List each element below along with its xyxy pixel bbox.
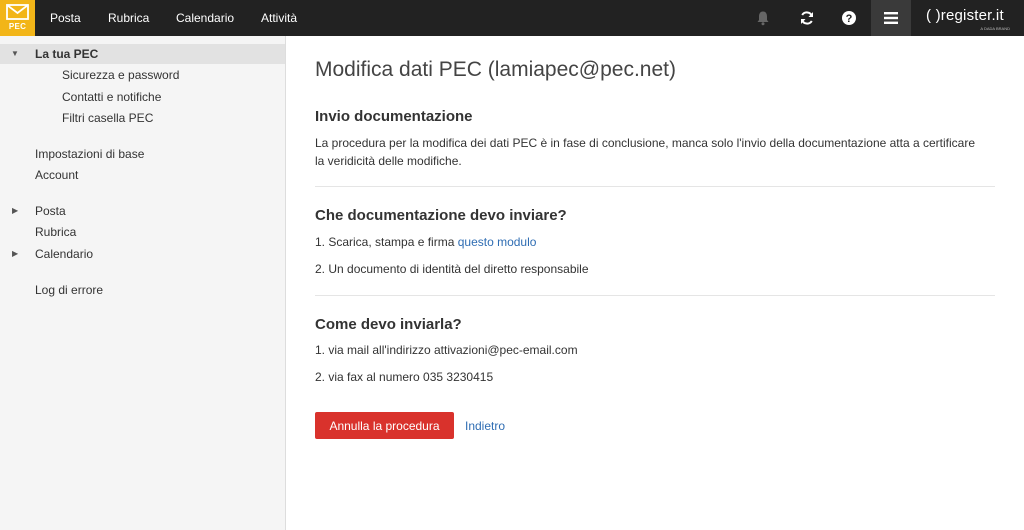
caret-down-icon: ▼: [11, 49, 19, 58]
sidebar-item-label: Posta: [35, 204, 66, 218]
brand-logo: ( )register.it: [926, 7, 1004, 24]
caret-right-icon[interactable]: ▶: [12, 201, 18, 221]
bell-icon[interactable]: [743, 0, 783, 36]
sidebar-item-label: Contatti e notifiche: [62, 90, 162, 104]
sidebar-item-rubrica[interactable]: Rubrica: [0, 222, 285, 242]
pec-logo[interactable]: PEC: [0, 0, 35, 36]
hamburger-menu-icon[interactable]: [871, 0, 911, 36]
back-link[interactable]: Indietro: [465, 419, 505, 433]
svg-text:?: ?: [846, 13, 853, 25]
sidebar-item-label: La tua PEC: [35, 47, 99, 61]
page-title: Modifica dati PEC (lamiapec@pec.net): [315, 58, 676, 81]
sidebar-item-label: Log di errore: [35, 283, 104, 297]
list-item: 2. Un documento di identità del diretto …: [315, 262, 589, 276]
sidebar-item-filtri[interactable]: Filtri casella PEC: [0, 108, 285, 128]
list-item: 1. via mail all'indirizzo attivazioni@pe…: [315, 343, 578, 357]
sidebar-item-label: Rubrica: [35, 225, 77, 239]
sidebar-item-impostazioni[interactable]: Impostazioni di base: [0, 144, 285, 164]
help-icon[interactable]: ?: [829, 0, 869, 36]
nav-posta[interactable]: Posta: [50, 0, 81, 36]
logo-label: PEC: [8, 22, 27, 31]
list-item: 1. Scarica, stampa e firma questo modulo: [315, 235, 536, 249]
sidebar-item-label: Account: [35, 168, 79, 182]
caret-right-icon[interactable]: ▶: [12, 244, 18, 264]
section-heading-invio-modalita: Come devo inviarla?: [315, 316, 462, 333]
sidebar-item-la-tua-pec[interactable]: ▼ La tua PEC: [0, 44, 285, 64]
brand-tagline: A DADA BRAND: [980, 26, 1010, 31]
modulo-link[interactable]: questo modulo: [458, 235, 537, 249]
register-it-brand[interactable]: ( )register.it A DADA BRAND: [912, 0, 1024, 36]
list-item: 2. via fax al numero 035 3230415: [315, 370, 494, 384]
section-text-invio: La procedura per la modifica dei dati PE…: [315, 136, 975, 168]
sidebar-item-calendario[interactable]: ▶ Calendario: [0, 244, 285, 264]
divider: [315, 186, 995, 187]
nav-rubrica[interactable]: Rubrica: [108, 0, 149, 36]
sidebar-item-sicurezza[interactable]: Sicurezza e password: [0, 65, 285, 85]
sidebar-item-contatti[interactable]: Contatti e notifiche: [0, 87, 285, 107]
top-bar: PEC Posta Rubrica Calendario Attività ?: [0, 0, 1024, 36]
section-heading-documentazione: Che documentazione devo inviare?: [315, 207, 567, 224]
sidebar-item-label: Impostazioni di base: [35, 147, 145, 161]
sidebar-item-log-errore[interactable]: Log di errore: [0, 280, 285, 300]
envelope-icon: [6, 4, 29, 20]
cancel-procedure-button[interactable]: Annulla la procedura: [315, 412, 454, 439]
list-item-text: 1. Scarica, stampa e firma: [315, 235, 458, 249]
refresh-icon[interactable]: [787, 0, 827, 36]
nav-attivita[interactable]: Attività: [261, 0, 297, 36]
sidebar: ▼ La tua PEC Sicurezza e password Contat…: [0, 36, 286, 530]
sidebar-item-label: Filtri casella PEC: [62, 111, 154, 125]
sidebar-item-label: Calendario: [35, 247, 94, 261]
nav-calendario[interactable]: Calendario: [176, 0, 234, 36]
divider: [315, 295, 995, 296]
sidebar-item-label: Sicurezza e password: [62, 68, 180, 82]
sidebar-item-account[interactable]: Account: [0, 165, 285, 185]
section-heading-invio: Invio documentazione: [315, 108, 473, 125]
sidebar-item-posta[interactable]: ▶ Posta: [0, 201, 285, 221]
